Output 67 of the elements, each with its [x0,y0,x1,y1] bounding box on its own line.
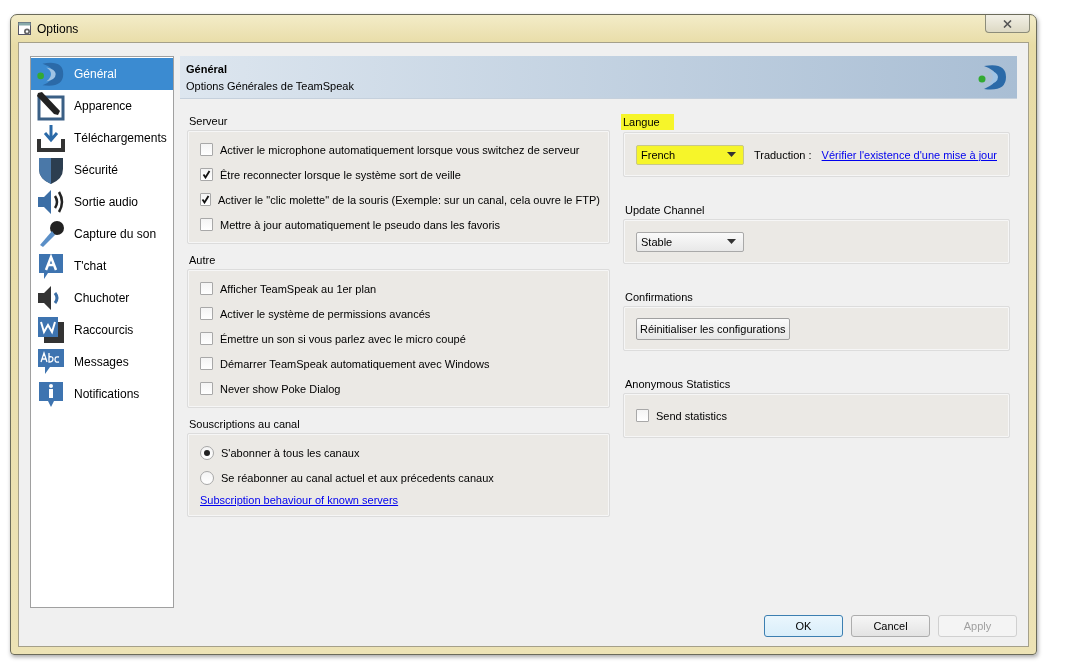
reset-button[interactable]: Réinitialiser les configurations [636,317,790,340]
checkbox[interactable] [200,282,213,295]
checkbox[interactable] [200,218,213,231]
option-label: Être reconnecter lorsque le système sort de veille [220,168,461,181]
option-label: S'abonner à tous les canaux [221,446,360,459]
page-subtitle: Options Générales de TeamSpeak [186,79,354,92]
radio-button[interactable] [200,470,214,485]
dialog-button[interactable]: Cancel [851,615,930,637]
option-label: Émettre un son si vous parlez avec le micro coupé [220,332,466,345]
link[interactable]: Subscription behaviour of known servers [200,490,597,510]
sidebar-item[interactable]: Général [31,58,173,90]
sidebar-item[interactable]: Capture du son [31,218,173,250]
pencil-icon [36,91,66,121]
sidebar-item[interactable]: Téléchargements [31,122,173,154]
option-label: Afficher TeamSpeak au 1er plan [220,282,377,295]
option-label: Mettre à jour automatiquement le pseudo dans les favoris [220,218,501,231]
group-title: Langue [621,114,674,130]
option-label: Démarrer TeamSpeak automatiquement avec Windows [220,357,490,370]
dropdown[interactable]: French [636,144,744,165]
translation-label: Traduction : [753,148,812,161]
caret-icon [726,152,736,157]
sidebar-item[interactable]: Sécurité [31,154,173,186]
close-button[interactable] [985,15,1030,33]
option-label: Activer le microphone automatiquement lorsque vous switchez de serveur [220,143,580,156]
dialog-button[interactable]: OK [764,615,843,637]
sidebar-item[interactable]: Messages [31,346,173,378]
sidebar-item[interactable]: T'chat [31,250,173,282]
info-icon [36,379,66,409]
document-icon [36,315,66,345]
shield-icon [36,155,66,185]
checkbox[interactable] [200,307,213,320]
option-label: Activer le système de permissions avancés [220,307,431,320]
option-label: Activer le "clic molette" de la souris (Exemple: sur un canal, cela ouvre le FTP) [218,193,600,206]
checkbox[interactable] [200,332,213,345]
group-title: Update Channel [625,203,705,217]
settings-window-icon [18,21,32,36]
radio-button[interactable] [200,445,214,460]
sidebar-item[interactable]: Notifications [31,378,173,410]
sidebar-item[interactable]: Sortie audio [31,186,173,218]
option-label: Se réabonner au canal actuel et aux précedents canaux [221,471,494,484]
caret-icon [727,239,736,244]
close-icon [1003,19,1012,28]
sidebar-item[interactable]: Apparence [31,90,173,122]
group-title: Autre [189,253,216,267]
sidebar-item[interactable]: Raccourcis [31,314,173,346]
checkbox[interactable] [200,143,213,156]
checkbox[interactable] [636,409,649,422]
download-icon [36,123,66,153]
link[interactable]: Vérifier l'existence d'une mise à jour [821,144,997,165]
option-label: Never show Poke Dialog [220,382,341,395]
dropdown[interactable]: Stable [636,231,744,252]
checkbox[interactable] [200,382,213,395]
radio-dot-icon [204,449,210,456]
group-title: Souscriptions au canal [189,417,300,431]
checkmark-icon [201,195,210,204]
group-title: Serveur [189,114,228,128]
group-title: Anonymous Statistics [625,377,731,391]
sidebar-item[interactable]: Chuchoter [31,282,173,314]
checkbox[interactable] [200,357,213,370]
page-title: Général [186,62,228,75]
group-title: Confirmations [625,290,693,304]
window-title: Options [37,21,79,36]
option-label: Send statistics [656,409,727,422]
checkbox[interactable] [200,193,211,206]
checkmark-icon [202,170,211,179]
chat-bubble-icon [36,251,66,281]
checkbox[interactable] [200,168,213,181]
